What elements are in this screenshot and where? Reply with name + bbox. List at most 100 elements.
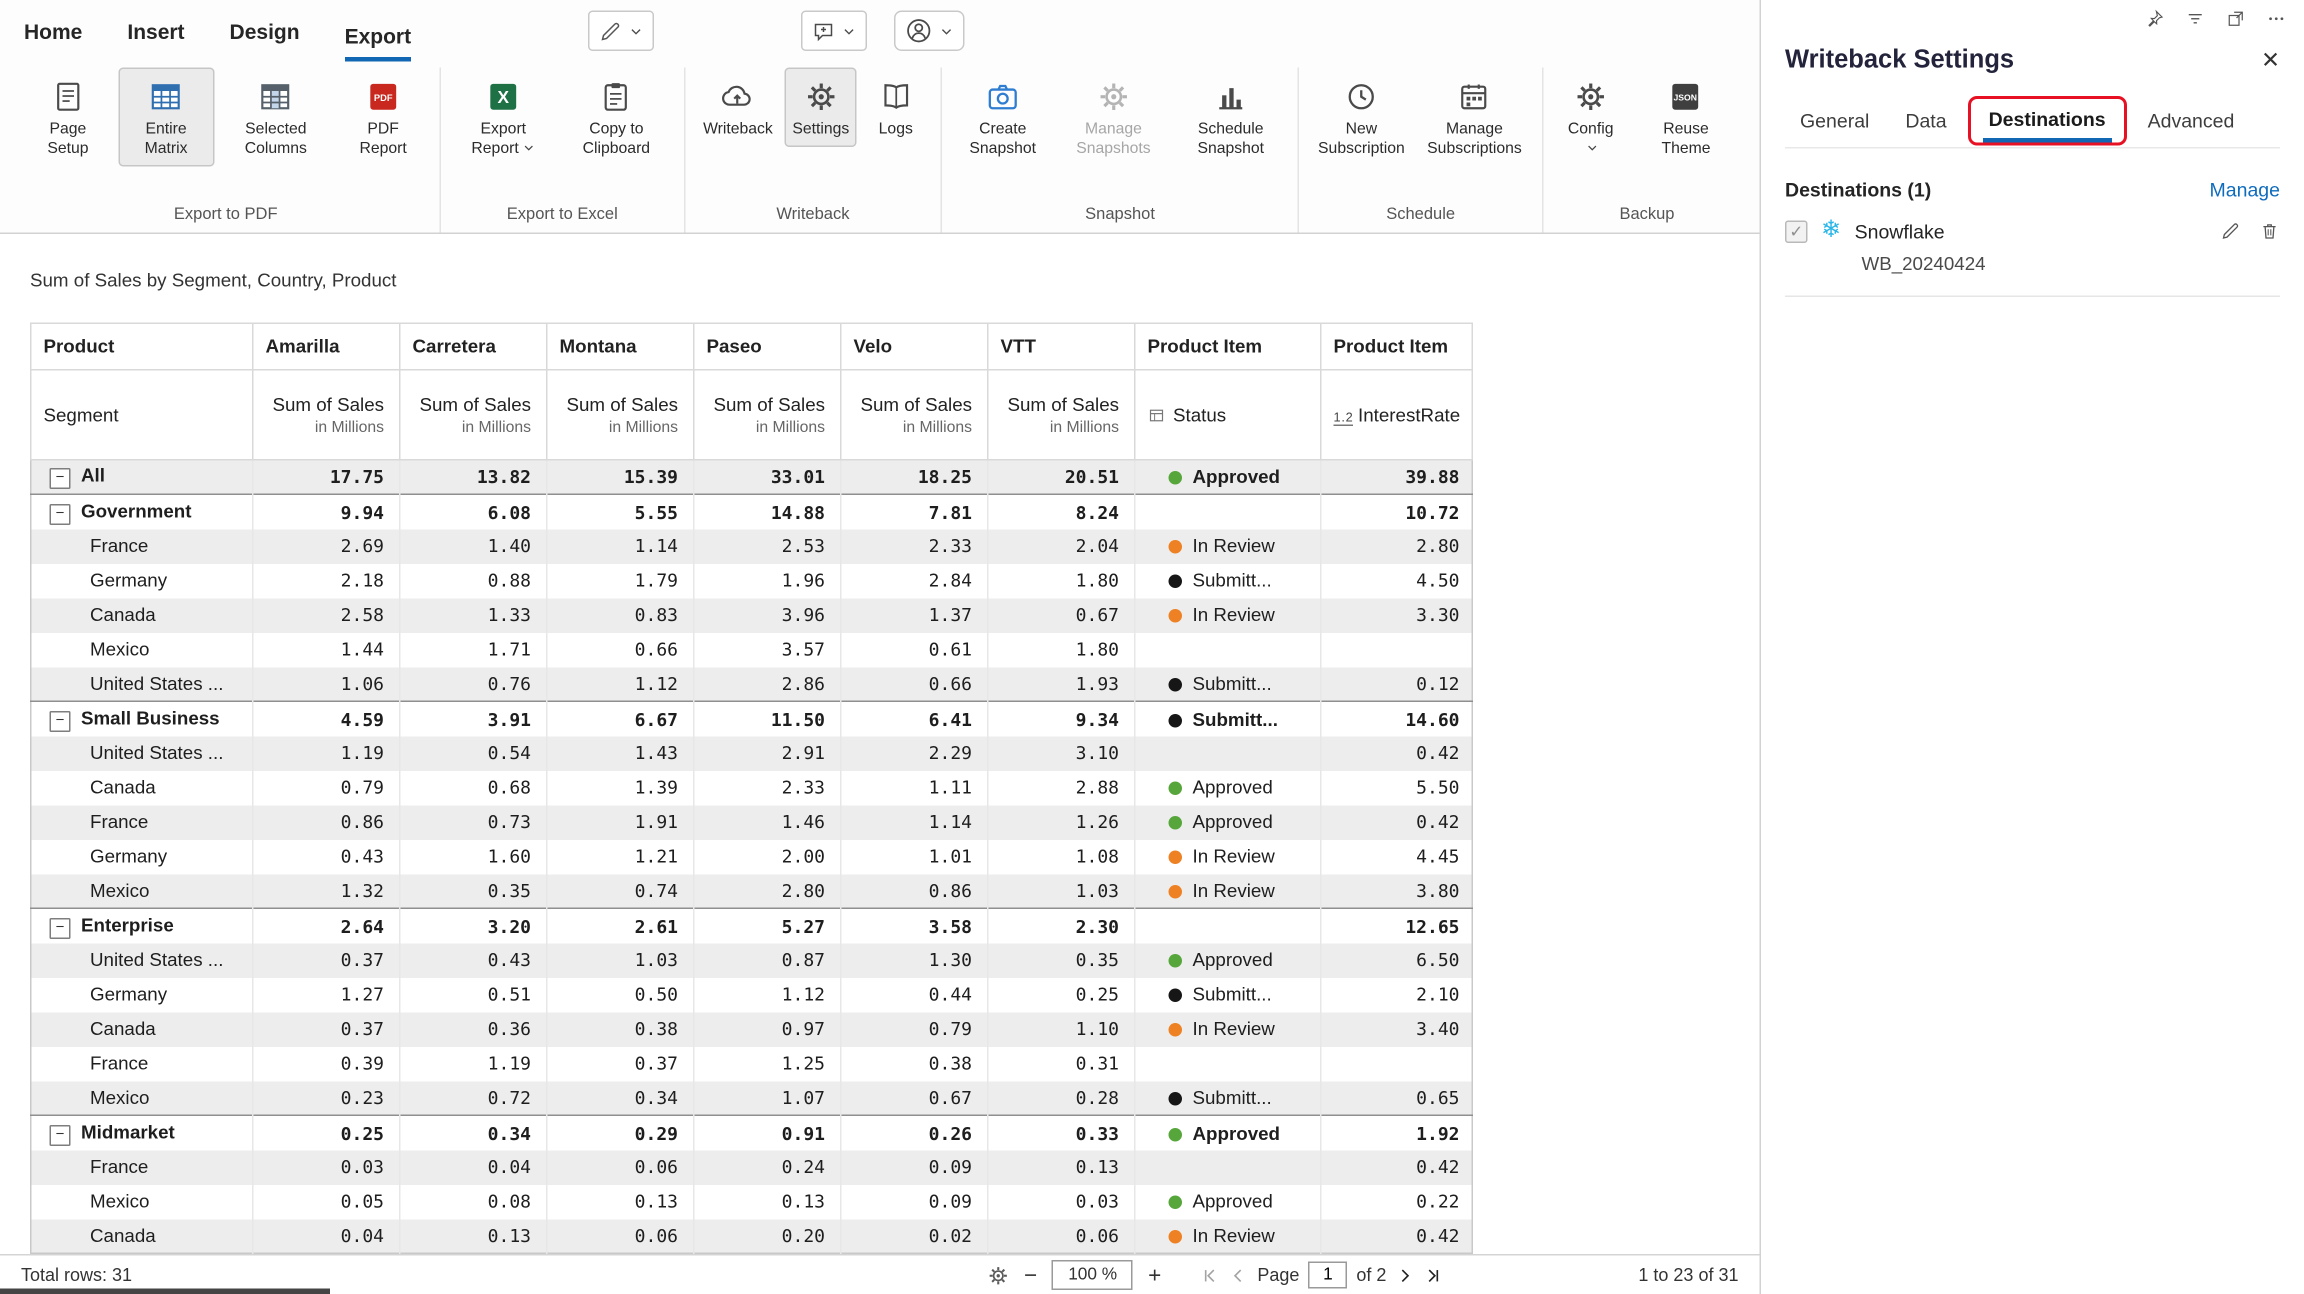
manage-link[interactable]: Manage [2210,179,2280,202]
status-cell[interactable] [1135,1047,1321,1082]
status-cell[interactable] [1135,495,1321,530]
pin-icon[interactable] [2145,9,2165,29]
interest-rate-cell[interactable]: 3.80 [1321,874,1473,909]
interest-rate-cell[interactable]: 3.40 [1321,1012,1473,1047]
interest-rate-cell[interactable] [1321,633,1473,668]
zoom-out-button[interactable]: − [1024,1264,1037,1287]
ribbon-button-create-snapshot[interactable]: Create Snapshot [953,68,1053,167]
panel-tab-general[interactable]: General [1785,97,1884,147]
interest-rate-cell[interactable]: 0.65 [1321,1081,1473,1116]
sales-value-cell: 0.09 [841,1150,988,1185]
interest-rate-cell[interactable]: 2.10 [1321,978,1473,1013]
status-cell[interactable] [1135,736,1321,771]
ribbon-tab-insert[interactable]: Insert [127,20,184,62]
last-page-button[interactable] [1424,1266,1444,1286]
ribbon-button-selected-columns[interactable]: Selected Columns [219,68,333,167]
interest-rate-cell[interactable]: 14.60 [1321,702,1473,737]
ribbon-button-entire-matrix[interactable]: Entire Matrix [118,68,214,167]
ribbon-button-logs[interactable]: Logs [861,68,930,148]
popout-icon[interactable] [2226,9,2246,29]
ribbon-button-copy-to-clipboard[interactable]: Copy to Clipboard [560,68,673,167]
ribbon-button-page-setup[interactable]: Page Setup [23,68,114,167]
status-cell[interactable]: Submitt... [1135,978,1321,1013]
panel-tab-advanced[interactable]: Advanced [2133,97,2250,147]
status-cell[interactable]: Approved [1135,943,1321,978]
interest-rate-cell[interactable]: 0.42 [1321,1219,1473,1254]
ribbon-button-pdf-report[interactable]: PDFPDF Report [337,68,429,167]
status-cell[interactable]: Approved [1135,771,1321,806]
status-cell[interactable]: In Review [1135,874,1321,909]
destination-checkbox[interactable]: ✓ [1785,220,1808,243]
first-page-button[interactable] [1200,1266,1220,1286]
collapse-toggle-icon[interactable]: − [50,469,71,490]
collapse-toggle-icon[interactable]: − [50,918,71,939]
interest-rate-cell[interactable]: 2.80 [1321,529,1473,564]
delete-destination-icon[interactable] [2259,221,2280,242]
sales-value-cell: 1.40 [400,529,547,564]
sales-value-cell: 0.34 [547,1081,694,1116]
status-cell[interactable] [1135,633,1321,668]
panel-tab-destinations[interactable]: Destinations [1968,96,2127,146]
horizontal-scrollbar-thumb[interactable] [0,1289,330,1294]
status-cell[interactable] [1135,1150,1321,1185]
edit-visual-button[interactable] [588,11,654,52]
status-cell[interactable]: In Review [1135,598,1321,633]
ribbon-button-reuse-theme[interactable]: JSONReuse Theme [1632,68,1740,167]
interest-rate-cell[interactable]: 4.50 [1321,564,1473,599]
previous-page-button[interactable] [1229,1266,1249,1286]
account-menu-button[interactable] [894,11,965,52]
status-cell[interactable]: In Review [1135,840,1321,875]
ribbon-button-settings[interactable]: Settings [785,68,857,148]
status-cell[interactable]: Submitt... [1135,702,1321,737]
interest-rate-cell[interactable]: 3.30 [1321,598,1473,633]
add-comment-button[interactable] [801,11,867,52]
status-cell[interactable]: Approved [1135,1116,1321,1151]
interest-rate-cell[interactable]: 10.72 [1321,495,1473,530]
interest-rate-cell[interactable]: 1.92 [1321,1116,1473,1151]
interest-rate-cell[interactable]: 6.50 [1321,943,1473,978]
interest-rate-cell[interactable] [1321,1047,1473,1082]
ribbon-button-new-subscription[interactable]: New Subscription [1310,68,1413,167]
interest-rate-cell[interactable]: 0.42 [1321,736,1473,771]
status-cell[interactable]: Submitt... [1135,667,1321,702]
status-cell[interactable]: Approved [1135,460,1321,495]
status-cell[interactable]: In Review [1135,1012,1321,1047]
ribbon-tab-export[interactable]: Export [345,24,412,62]
filter-icon[interactable] [2186,9,2206,29]
interest-rate-cell[interactable]: 0.42 [1321,1150,1473,1185]
edit-destination-icon[interactable] [2220,221,2241,242]
more-options-icon[interactable] [2267,9,2287,29]
status-cell[interactable]: In Review [1135,1219,1321,1254]
table-settings-gear-icon[interactable] [987,1264,1010,1287]
page-number-input[interactable] [1308,1262,1347,1289]
status-cell[interactable]: Submitt... [1135,564,1321,599]
close-icon[interactable]: ✕ [2261,49,2280,72]
interest-rate-cell[interactable]: 4.45 [1321,840,1473,875]
interest-rate-cell[interactable]: 0.42 [1321,805,1473,840]
status-cell[interactable]: Approved [1135,1185,1321,1220]
ribbon-tab-home[interactable]: Home [24,20,82,62]
interest-rate-cell[interactable]: 0.12 [1321,667,1473,702]
interest-rate-cell[interactable]: 39.88 [1321,460,1473,495]
ribbon-button-schedule-snapshot[interactable]: Schedule Snapshot [1174,68,1287,167]
next-page-button[interactable] [1395,1266,1415,1286]
panel-tab-data[interactable]: Data [1890,97,1961,147]
ribbon-tab-design[interactable]: Design [230,20,300,62]
collapse-toggle-icon[interactable]: − [50,1125,71,1146]
interest-rate-cell[interactable]: 12.65 [1321,909,1473,944]
status-cell[interactable]: Submitt... [1135,1081,1321,1116]
ribbon-button-config[interactable]: Config [1554,68,1628,167]
interest-rate-cell[interactable]: 0.22 [1321,1185,1473,1220]
zoom-level[interactable]: 100 % [1052,1260,1133,1290]
zoom-in-button[interactable]: + [1148,1264,1161,1287]
ribbon-button-writeback[interactable]: Writeback [696,68,781,148]
ribbon-button-manage-snapshots[interactable]: Manage Snapshots [1057,68,1170,167]
ribbon-button-manage-subscriptions[interactable]: Manage Subscriptions [1417,68,1531,167]
collapse-toggle-icon[interactable]: − [50,504,71,525]
ribbon-button-export-report[interactable]: XExport Report [451,68,555,167]
collapse-toggle-icon[interactable]: − [50,711,71,732]
status-cell[interactable]: In Review [1135,529,1321,564]
status-cell[interactable]: Approved [1135,805,1321,840]
status-cell[interactable] [1135,909,1321,944]
interest-rate-cell[interactable]: 5.50 [1321,771,1473,806]
